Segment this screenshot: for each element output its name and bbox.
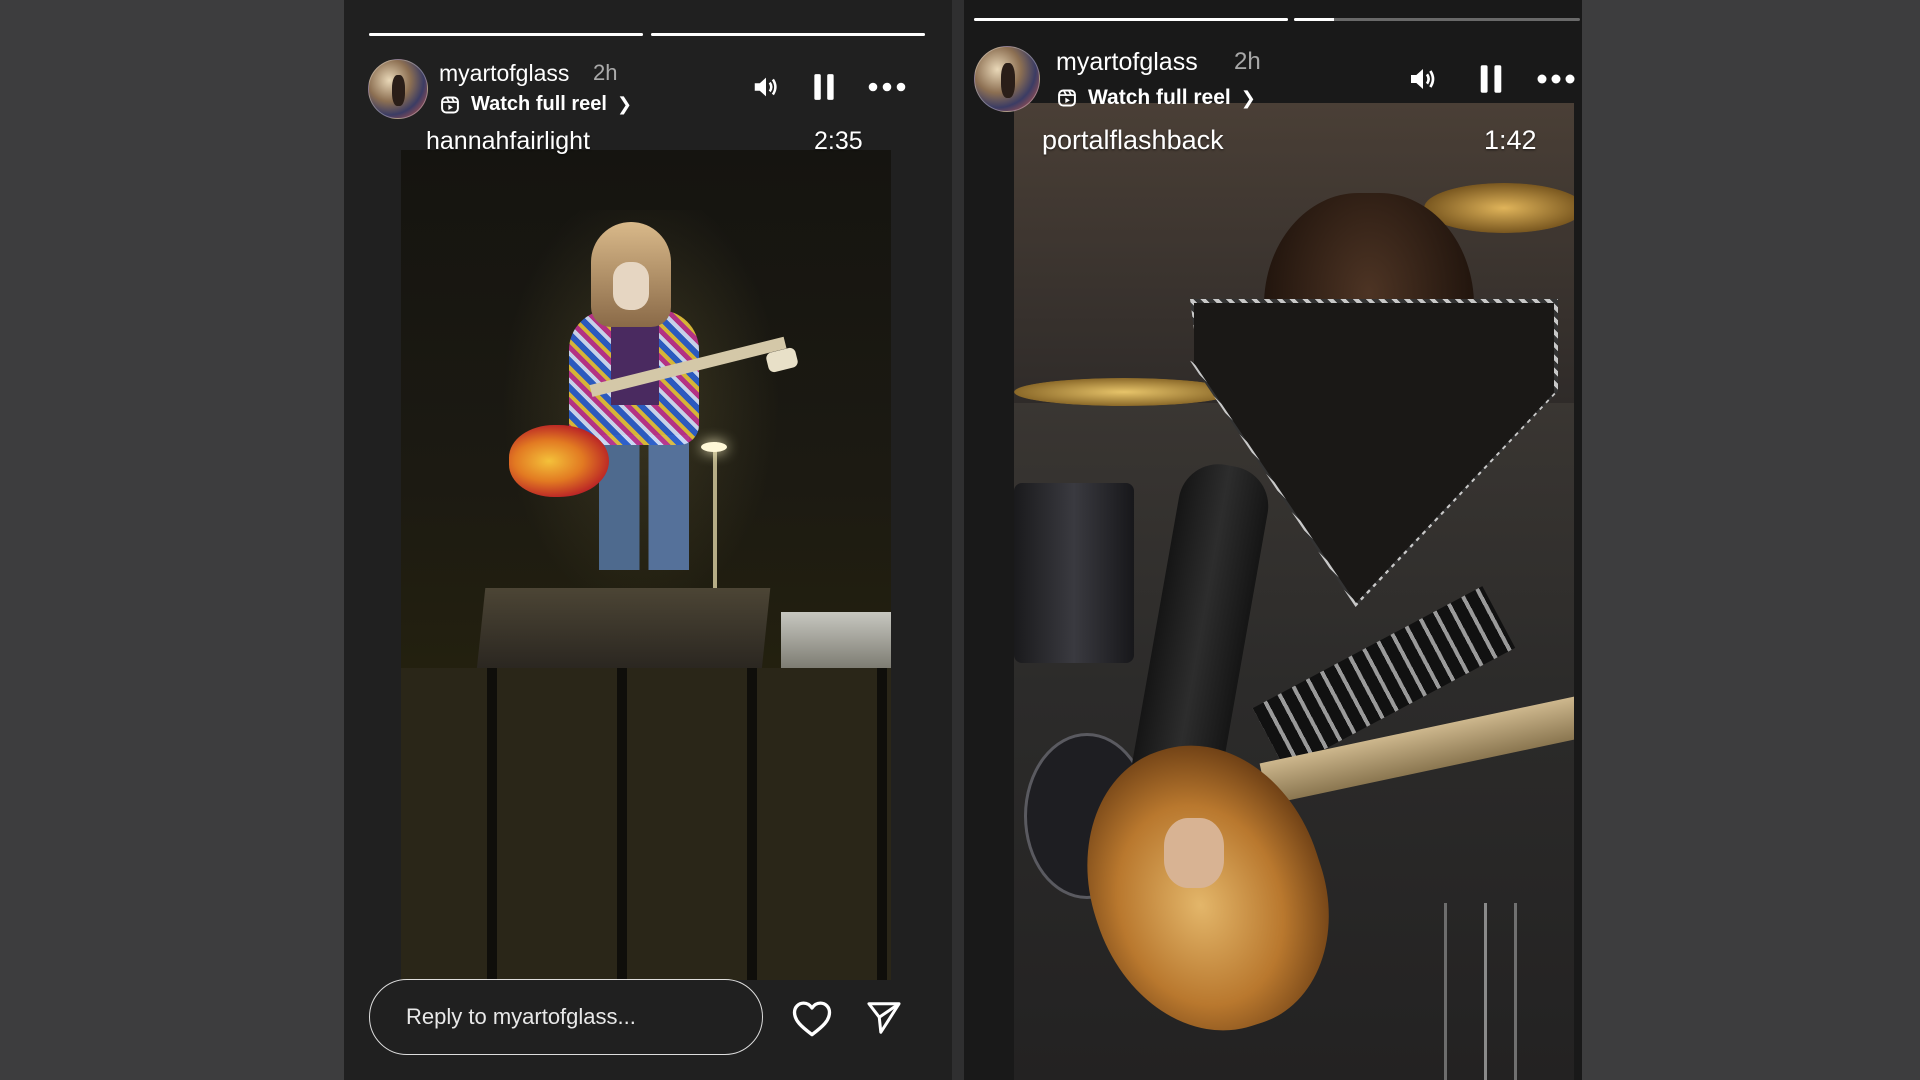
reel-duration: 1:42 — [1484, 125, 1537, 155]
stage-front — [401, 668, 891, 980]
reel-icon — [1058, 89, 1076, 107]
like-button[interactable] — [790, 996, 834, 1040]
story-username[interactable]: myartofglass — [1056, 48, 1198, 77]
reel-author-handle[interactable]: portalflashback — [1042, 125, 1224, 156]
pause-icon — [1480, 65, 1502, 93]
sunburst-guitar — [509, 425, 609, 497]
pause-icon — [814, 74, 834, 100]
stage-monitor — [476, 588, 771, 670]
reply-input[interactable]: Reply to myartofglass... — [369, 979, 763, 1055]
reel-duration: 2:35 — [814, 127, 863, 155]
story-divider — [952, 0, 964, 1080]
guitarist-shirt — [611, 325, 659, 405]
watch-full-reel-link[interactable]: Watch full reel ❯ — [440, 93, 632, 116]
chevron-right-icon: ❯ — [616, 94, 633, 114]
progress-segment — [369, 33, 643, 36]
sound-button[interactable] — [1406, 62, 1440, 96]
story-time: 2h — [1234, 48, 1261, 75]
story-time: 2h — [593, 60, 618, 85]
pause-button[interactable] — [808, 71, 840, 103]
watch-full-reel-label: Watch full reel — [1088, 86, 1231, 109]
guitarist-hand — [1164, 818, 1224, 888]
story-username[interactable]: myartofglass — [439, 60, 569, 87]
story-progress-bar — [369, 33, 925, 36]
pause-button[interactable] — [1474, 62, 1508, 96]
avatar[interactable] — [974, 46, 1040, 112]
progress-segment — [974, 18, 1288, 21]
sound-button[interactable] — [750, 71, 782, 103]
more-icon — [868, 82, 906, 92]
story-viewer-next[interactable]: myartofglass 2h Watch full reel ❯ portal… — [964, 0, 1582, 1080]
reply-placeholder: Reply to myartofglass... — [406, 1004, 636, 1029]
speaker-icon — [754, 77, 777, 97]
drum — [1014, 483, 1134, 663]
share-button[interactable] — [862, 996, 906, 1040]
progress-segment — [1294, 18, 1580, 21]
heart-icon — [792, 1001, 832, 1037]
watch-full-reel-label: Watch full reel — [471, 93, 607, 115]
more-options-button[interactable] — [864, 71, 910, 103]
more-icon — [1537, 74, 1575, 84]
stage-lamp — [701, 442, 727, 452]
story-viewer-current[interactable]: myartofglass 2h Watch full reel ❯ hannah… — [344, 0, 952, 1080]
cymbal-stand — [1484, 903, 1487, 1080]
guitarist-legs — [599, 435, 689, 570]
avatar[interactable] — [368, 59, 428, 119]
story-video-drummer-stage[interactable] — [1014, 103, 1574, 1080]
chevron-right-icon: ❯ — [1240, 87, 1256, 108]
progress-segment — [651, 33, 925, 36]
send-icon — [867, 1002, 901, 1034]
reel-icon — [441, 96, 459, 113]
speaker-icon — [1411, 69, 1435, 89]
cymbal — [1014, 378, 1234, 406]
watch-full-reel-link[interactable]: Watch full reel ❯ — [1057, 86, 1256, 110]
guitarist-face — [613, 262, 649, 310]
story-progress-bar — [974, 18, 1580, 21]
stage-monitor-small — [781, 612, 891, 670]
reel-author-handle[interactable]: hannahfairlight — [426, 127, 590, 156]
story-video-concert[interactable] — [401, 150, 891, 980]
more-options-button[interactable] — [1536, 64, 1582, 94]
